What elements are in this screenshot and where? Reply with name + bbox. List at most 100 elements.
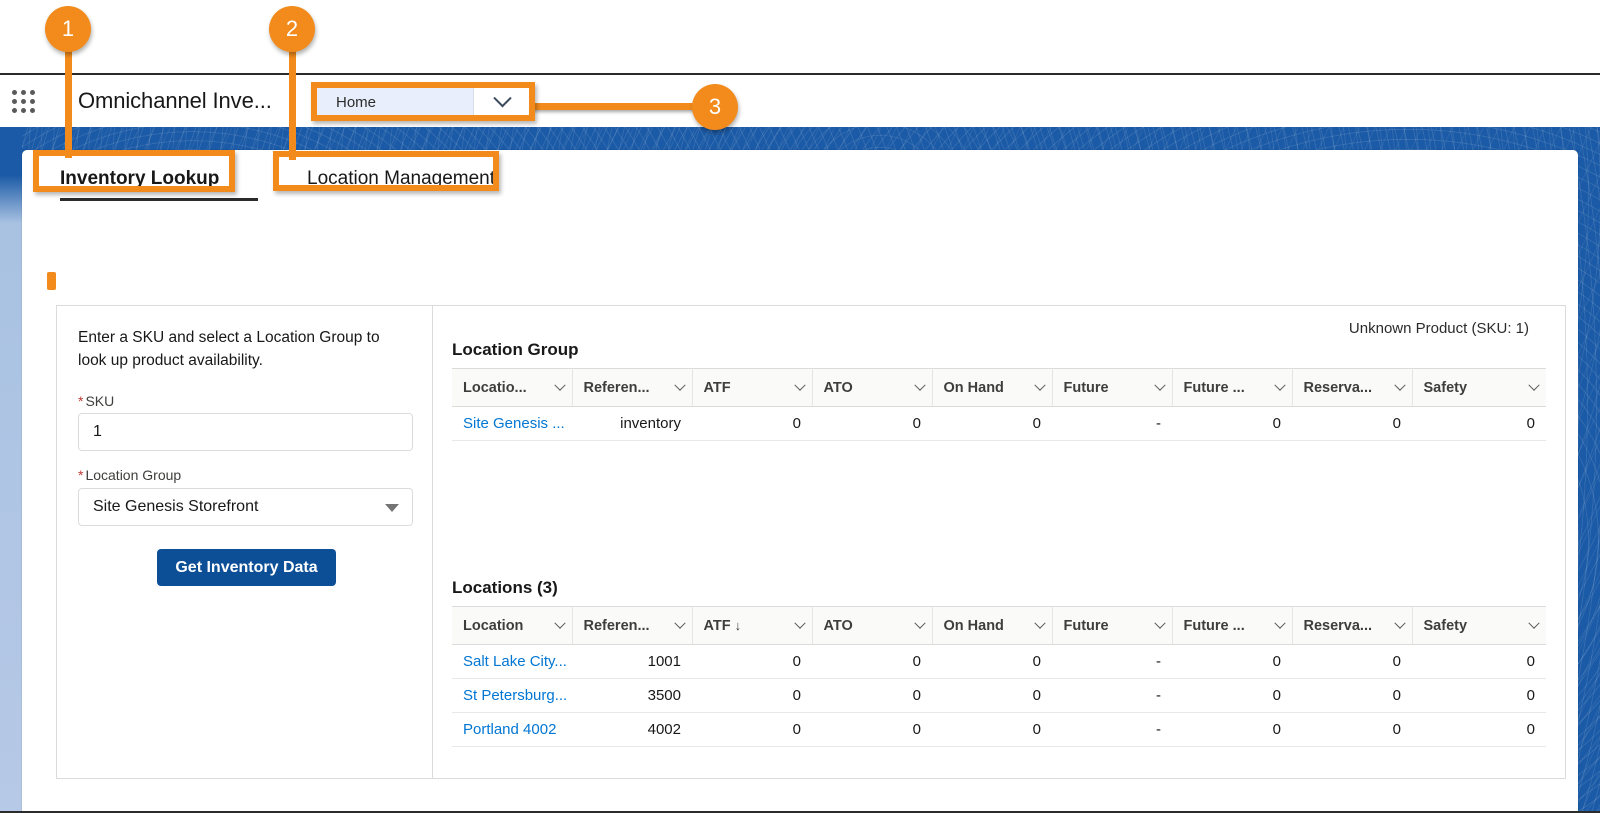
chevron-down-icon xyxy=(673,617,686,629)
chevron-down-icon xyxy=(1153,379,1166,391)
location-group-table: Locatio... Referen... ATF ATO On Hand Fu… xyxy=(452,368,1546,441)
location-group-field-label: * Location Group xyxy=(78,467,181,483)
col-header-reservation[interactable]: Reserva... xyxy=(1292,606,1413,645)
annotation-badge-3: 3 xyxy=(692,84,738,130)
cell-reservation: 0 xyxy=(1292,644,1412,679)
locations-table: Location Referen... ATF ↓ ATO On Hand Fut… xyxy=(452,606,1546,747)
table-header-row: Location Referen... ATF ↓ ATO On Hand Fut… xyxy=(452,606,1546,645)
col-header-future-2-label: Future ... xyxy=(1183,379,1245,396)
location-link[interactable]: St Petersburg... xyxy=(463,687,567,704)
chevron-down-icon xyxy=(1033,617,1046,629)
table-header-row: Locatio... Referen... ATF ATO On Hand Fu… xyxy=(452,368,1546,407)
col-header-location-label: Locatio... xyxy=(463,379,527,396)
table-row: St Petersburg... 3500 0 0 0 - 0 0 0 xyxy=(452,678,1546,713)
col-header-safety[interactable]: Safety xyxy=(1412,368,1546,407)
cell-future: - xyxy=(1052,644,1172,679)
sku-label-text: SKU xyxy=(85,393,115,409)
cell-location[interactable]: St Petersburg... xyxy=(452,678,572,713)
col-header-future[interactable]: Future xyxy=(1052,606,1173,645)
col-header-on-hand[interactable]: On Hand xyxy=(932,368,1053,407)
col-header-atf[interactable]: ATF xyxy=(692,368,813,407)
cell-reference: 3500 xyxy=(572,678,692,713)
col-header-safety[interactable]: Safety xyxy=(1412,606,1546,645)
col-header-location[interactable]: Locatio... xyxy=(452,368,573,407)
cell-reservation: 0 xyxy=(1292,712,1412,747)
global-header: Omnichannel Inve... xyxy=(0,75,1600,127)
sku-input[interactable] xyxy=(78,413,413,451)
annotation-badge-2: 2 xyxy=(269,6,315,52)
cell-location[interactable]: Portland 4002 xyxy=(452,712,572,747)
col-header-safety-label: Safety xyxy=(1423,379,1468,396)
col-header-future-2[interactable]: Future ... xyxy=(1172,368,1293,407)
col-header-ato[interactable]: ATO xyxy=(812,368,933,407)
chevron-down-icon xyxy=(553,379,566,391)
cell-safety: 0 xyxy=(1412,678,1546,713)
col-header-on-hand-label: On Hand xyxy=(943,617,1004,634)
inventory-lookup-form-panel: Enter a SKU and select a Location Group … xyxy=(56,305,433,779)
inventory-results-panel: Unknown Product (SKU: 1) Location Group … xyxy=(433,305,1566,779)
triangle-down-icon xyxy=(385,504,399,512)
table-row: Salt Lake City... 1001 0 0 0 - 0 0 0 xyxy=(452,644,1546,679)
col-header-on-hand-label: On Hand xyxy=(943,379,1004,396)
annotation-leader-1 xyxy=(65,40,72,158)
location-link[interactable]: Site Genesis ... xyxy=(463,415,565,432)
location-group-section-title: Location Group xyxy=(452,340,579,359)
col-header-on-hand[interactable]: On Hand xyxy=(932,606,1053,645)
location-link[interactable]: Salt Lake City... xyxy=(463,653,567,670)
location-group-select[interactable]: Site Genesis Storefront xyxy=(78,488,413,526)
cell-future-2: 0 xyxy=(1172,406,1292,441)
chevron-down-icon xyxy=(793,379,806,391)
cell-location[interactable]: Site Genesis ... xyxy=(452,406,572,441)
col-header-ato-label: ATO xyxy=(823,617,853,634)
col-header-atf[interactable]: ATF ↓ xyxy=(692,606,813,645)
col-header-reference[interactable]: Referen... xyxy=(572,606,693,645)
chevron-down-icon xyxy=(553,617,566,629)
cell-ato: 0 xyxy=(812,644,932,679)
annotation-marker-dot xyxy=(47,272,56,290)
col-header-ato[interactable]: ATO xyxy=(812,606,933,645)
annotation-leader-2 xyxy=(289,40,296,160)
chevron-down-icon xyxy=(1393,617,1406,629)
annotation-box-home-tab xyxy=(311,82,535,121)
location-link[interactable]: Portland 4002 xyxy=(463,721,556,738)
cell-location[interactable]: Salt Lake City... xyxy=(452,644,572,679)
cell-safety: 0 xyxy=(1412,644,1546,679)
chevron-down-icon xyxy=(1033,379,1046,391)
col-header-reservation-label: Reserva... xyxy=(1303,379,1373,396)
col-header-future[interactable]: Future xyxy=(1052,368,1173,407)
cell-reference: inventory xyxy=(572,406,692,441)
cell-safety: 0 xyxy=(1412,406,1546,441)
cell-future-2: 0 xyxy=(1172,678,1292,713)
col-header-reservation[interactable]: Reserva... xyxy=(1292,368,1413,407)
annotation-leader-3 xyxy=(530,103,715,110)
col-header-future-2-label: Future ... xyxy=(1183,617,1245,634)
col-header-reservation-label: Reserva... xyxy=(1303,617,1373,634)
content-sheet: Inventory Lookup Location Management Ent… xyxy=(22,150,1578,811)
chevron-down-icon xyxy=(1393,379,1406,391)
cell-atf: 0 xyxy=(692,712,812,747)
chevron-down-icon xyxy=(1528,379,1540,391)
cell-on-hand: 0 xyxy=(932,712,1052,747)
col-header-future-2[interactable]: Future ... xyxy=(1172,606,1293,645)
col-header-location[interactable]: Location xyxy=(452,606,573,645)
cell-on-hand: 0 xyxy=(932,406,1052,441)
col-header-future-label: Future xyxy=(1063,617,1109,634)
chevron-down-icon xyxy=(1528,617,1540,629)
cell-reservation: 0 xyxy=(1292,678,1412,713)
app-launcher-button[interactable] xyxy=(0,75,46,127)
annotation-badge-1: 1 xyxy=(45,6,91,52)
cell-on-hand: 0 xyxy=(932,678,1052,713)
cell-future: - xyxy=(1052,406,1172,441)
table-row: Site Genesis ... inventory 0 0 0 - 0 0 0 xyxy=(452,406,1546,441)
col-header-atf-label: ATF xyxy=(703,379,731,396)
cell-ato: 0 xyxy=(812,406,932,441)
col-header-future-label: Future xyxy=(1063,379,1109,396)
get-inventory-data-button[interactable]: Get Inventory Data xyxy=(157,549,336,586)
table-row: Portland 4002 4002 0 0 0 - 0 0 0 xyxy=(452,712,1546,747)
location-group-required-marker: * xyxy=(78,467,84,483)
sku-field-label: * SKU xyxy=(78,393,114,409)
col-header-reference[interactable]: Referen... xyxy=(572,368,693,407)
form-description: Enter a SKU and select a Location Group … xyxy=(78,329,380,369)
location-group-selected-value: Site Genesis Storefront xyxy=(93,498,259,515)
chevron-down-icon xyxy=(673,379,686,391)
